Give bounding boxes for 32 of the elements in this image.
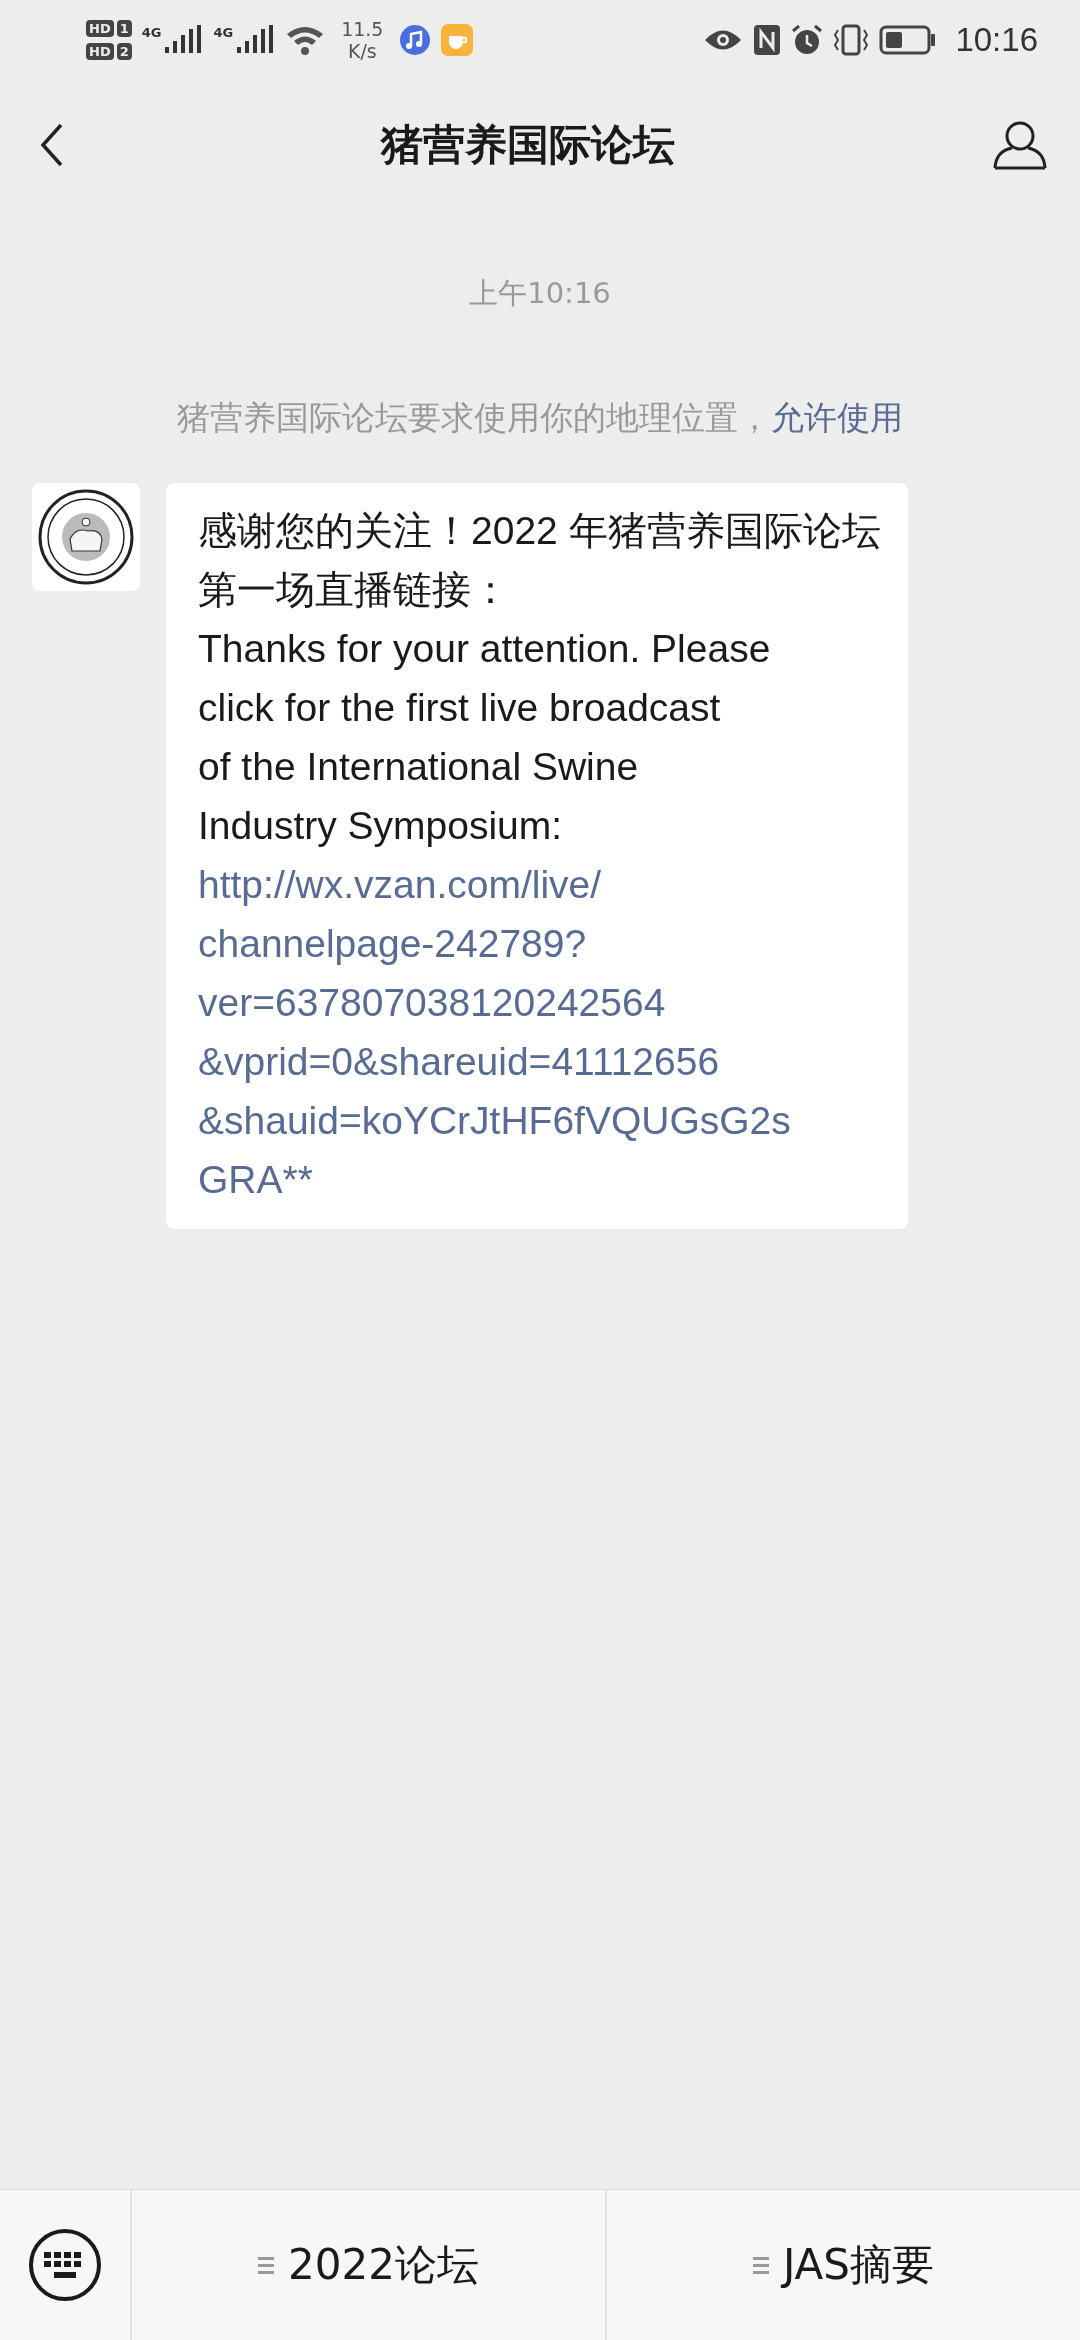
sim-slot-label: 2 — [116, 43, 132, 60]
menu-tab[interactable]: JAS摘要 — [605, 2190, 1080, 2340]
nfc-icon — [753, 24, 782, 56]
back-icon[interactable] — [40, 123, 64, 167]
signal-icon — [235, 25, 276, 55]
status-time: 10:16 — [955, 21, 1038, 59]
network-label: 4G — [213, 25, 234, 40]
hd-label: HD — [86, 20, 114, 37]
chat-title: 猪营养国际论坛 — [381, 119, 675, 171]
signal-icon — [163, 25, 204, 55]
menu-lines-icon — [258, 2256, 275, 2274]
message-timestamp: 上午10:16 — [469, 275, 611, 312]
location-notice: 猪营养国际论坛要求使用你的地理位置，允许使用 — [177, 397, 903, 439]
sim-slot-label: 1 — [116, 20, 132, 37]
wifi-icon — [285, 24, 326, 56]
network-label: 4G — [141, 25, 162, 40]
menu-tab[interactable]: 2022论坛 — [130, 2190, 605, 2340]
keyboard-icon[interactable] — [28, 2228, 102, 2302]
menu-lines-icon — [752, 2256, 769, 2274]
allow-link[interactable]: 允许使用 — [771, 398, 903, 437]
profile-icon[interactable] — [992, 120, 1048, 170]
music-app-icon — [399, 24, 432, 56]
hd-label: HD — [86, 43, 114, 60]
battery-icon — [879, 25, 938, 55]
avatar-logo-icon[interactable] — [32, 483, 140, 591]
network-speed: 11.5 — [341, 18, 384, 40]
vibrate-icon — [833, 24, 870, 56]
alarm-icon — [791, 24, 824, 56]
speed-unit: K/s — [347, 40, 377, 62]
broadcast-link[interactable]: http://wx.vzan.com/live/ channelpage-242789? ver=637807038120242564 &vprid=0&shareuid=41112656 &shauid=koYCrJtHF6fVQUGsG2s GRA** — [198, 855, 882, 1209]
message-text: 感谢您的关注！2022 年猪营养国际论坛第一场直播链接： Thanks for your attention. Please click for the first live broadcast of the International Swine Industry Symposium: — [198, 508, 882, 849]
cup-app-icon — [441, 24, 474, 56]
